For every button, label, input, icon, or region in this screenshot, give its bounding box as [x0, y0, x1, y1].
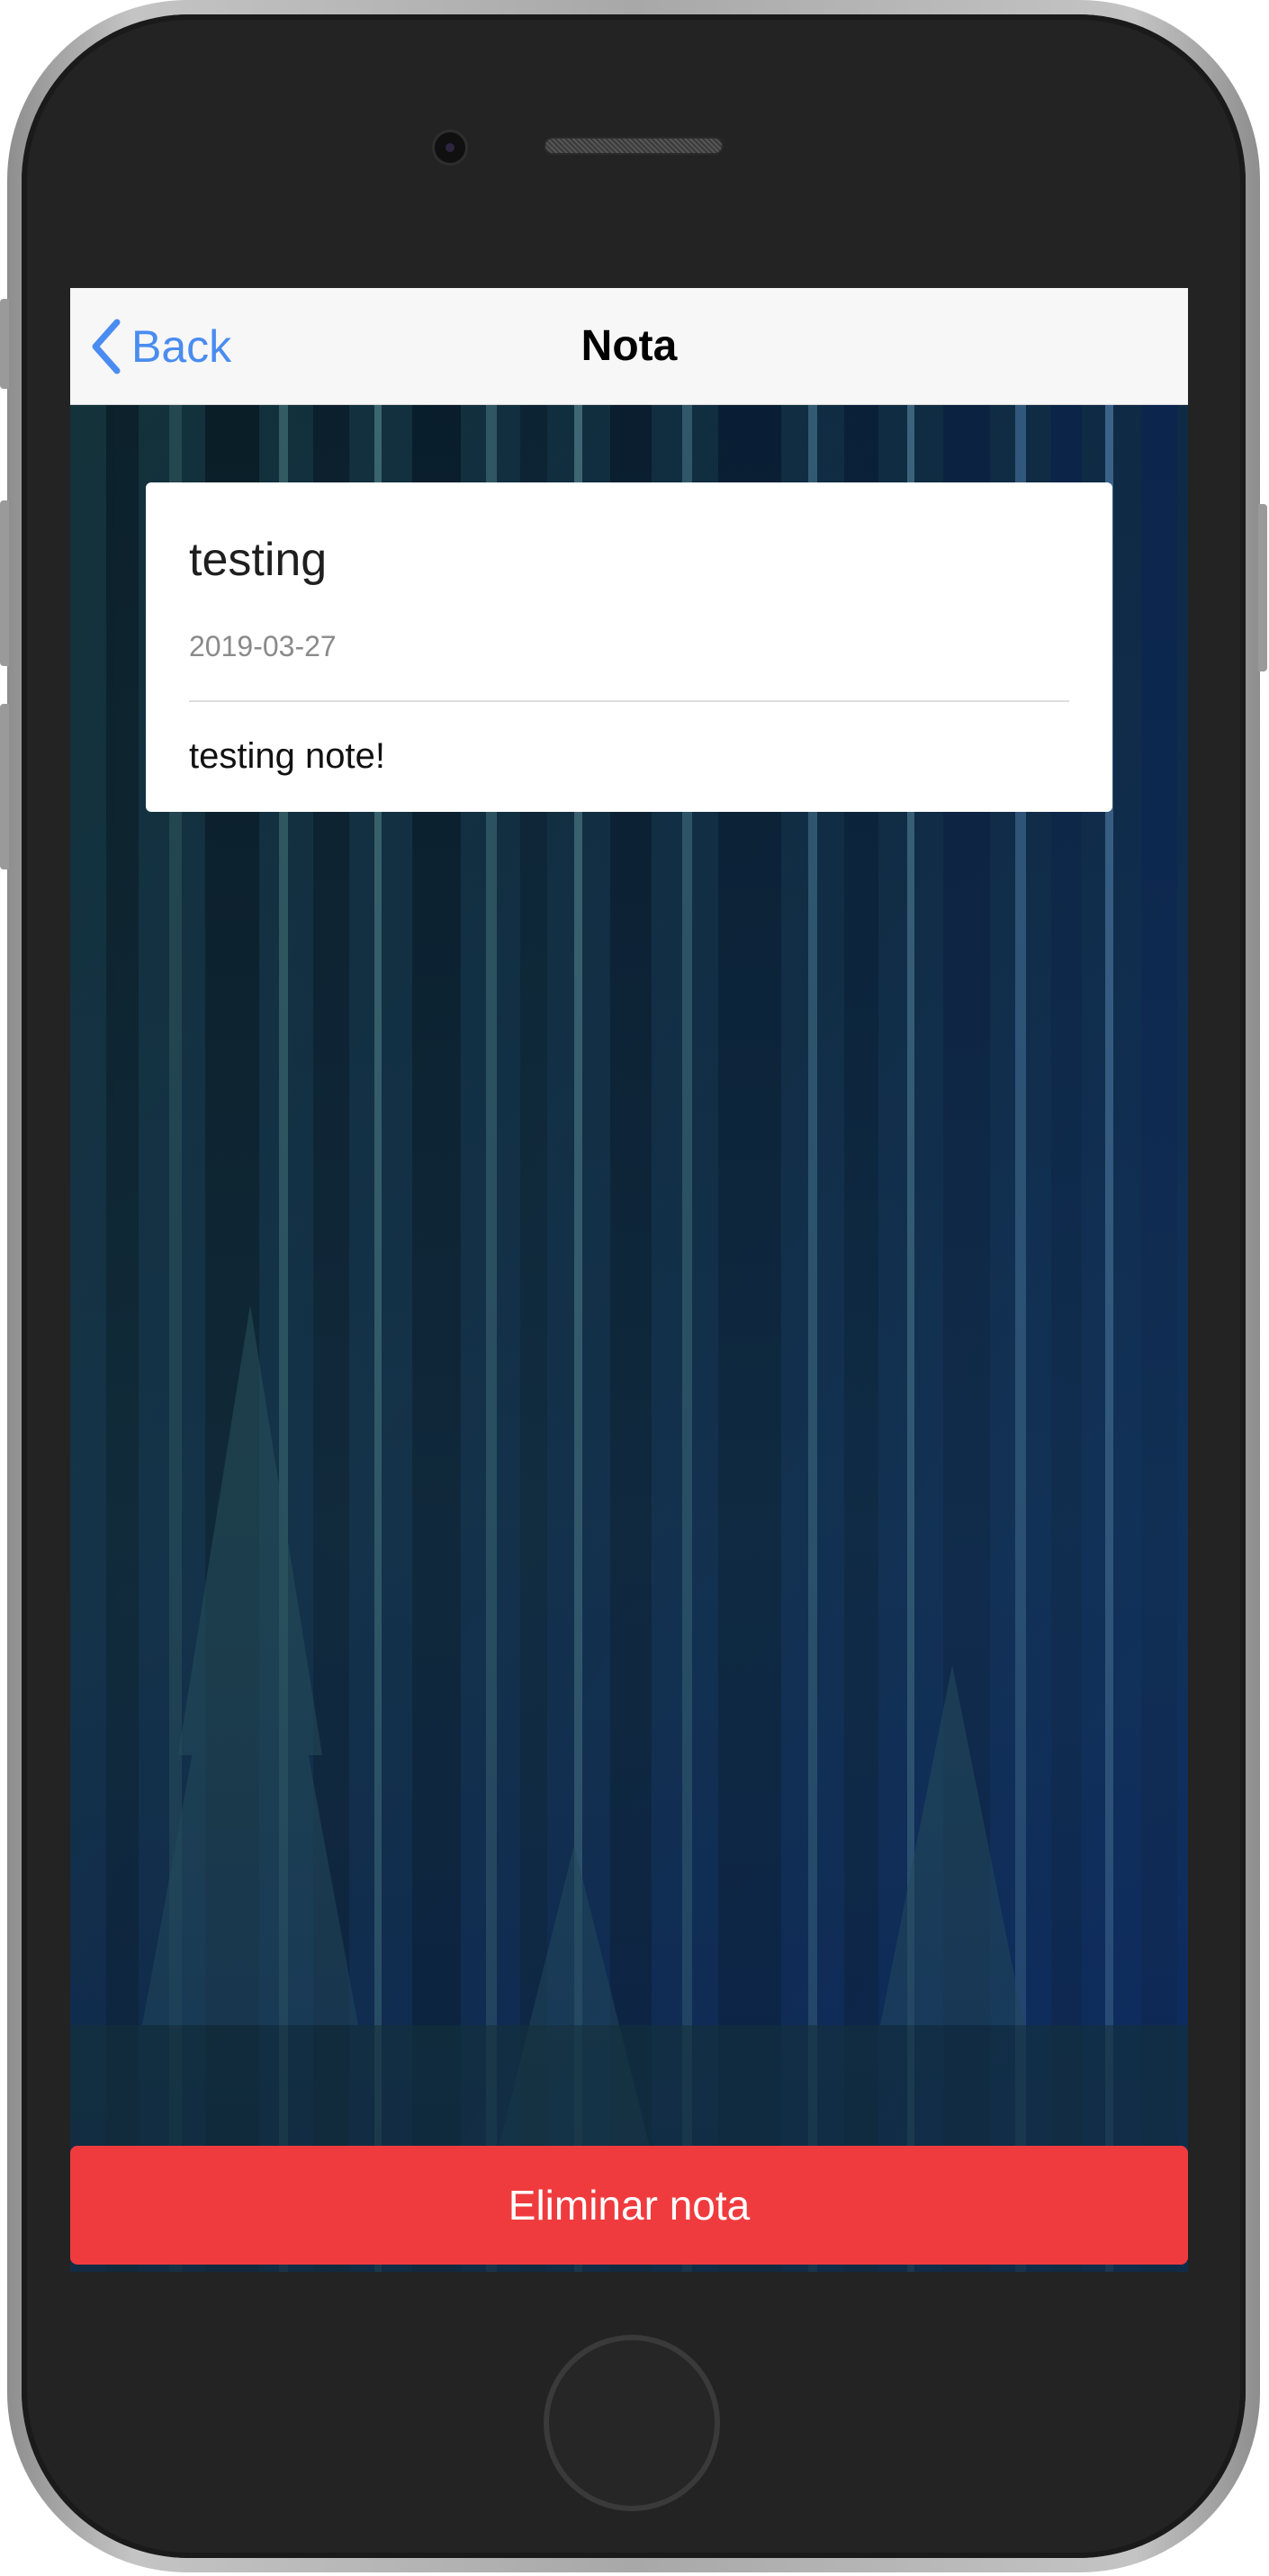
note-card: testing 2019-03-27 testing note! — [146, 482, 1112, 812]
delete-note-button[interactable]: Eliminar nota — [70, 2146, 1188, 2265]
home-button[interactable] — [544, 2335, 720, 2511]
silent-switch — [0, 299, 9, 389]
front-camera — [432, 130, 468, 166]
volume-down-button — [0, 704, 9, 869]
note-date: 2019-03-27 — [189, 630, 337, 662]
app-screen: Back Nota testing 2019-03-27 testing not… — [70, 288, 1188, 2272]
note-title: testing — [189, 534, 328, 586]
divider — [189, 700, 1069, 702]
earpiece-speaker — [544, 137, 724, 155]
navigation-bar: Back Nota — [70, 288, 1188, 405]
note-body: testing note! — [189, 736, 385, 776]
page-title: Nota — [580, 322, 678, 370]
volume-up-button — [0, 500, 9, 666]
power-button — [1258, 504, 1267, 671]
